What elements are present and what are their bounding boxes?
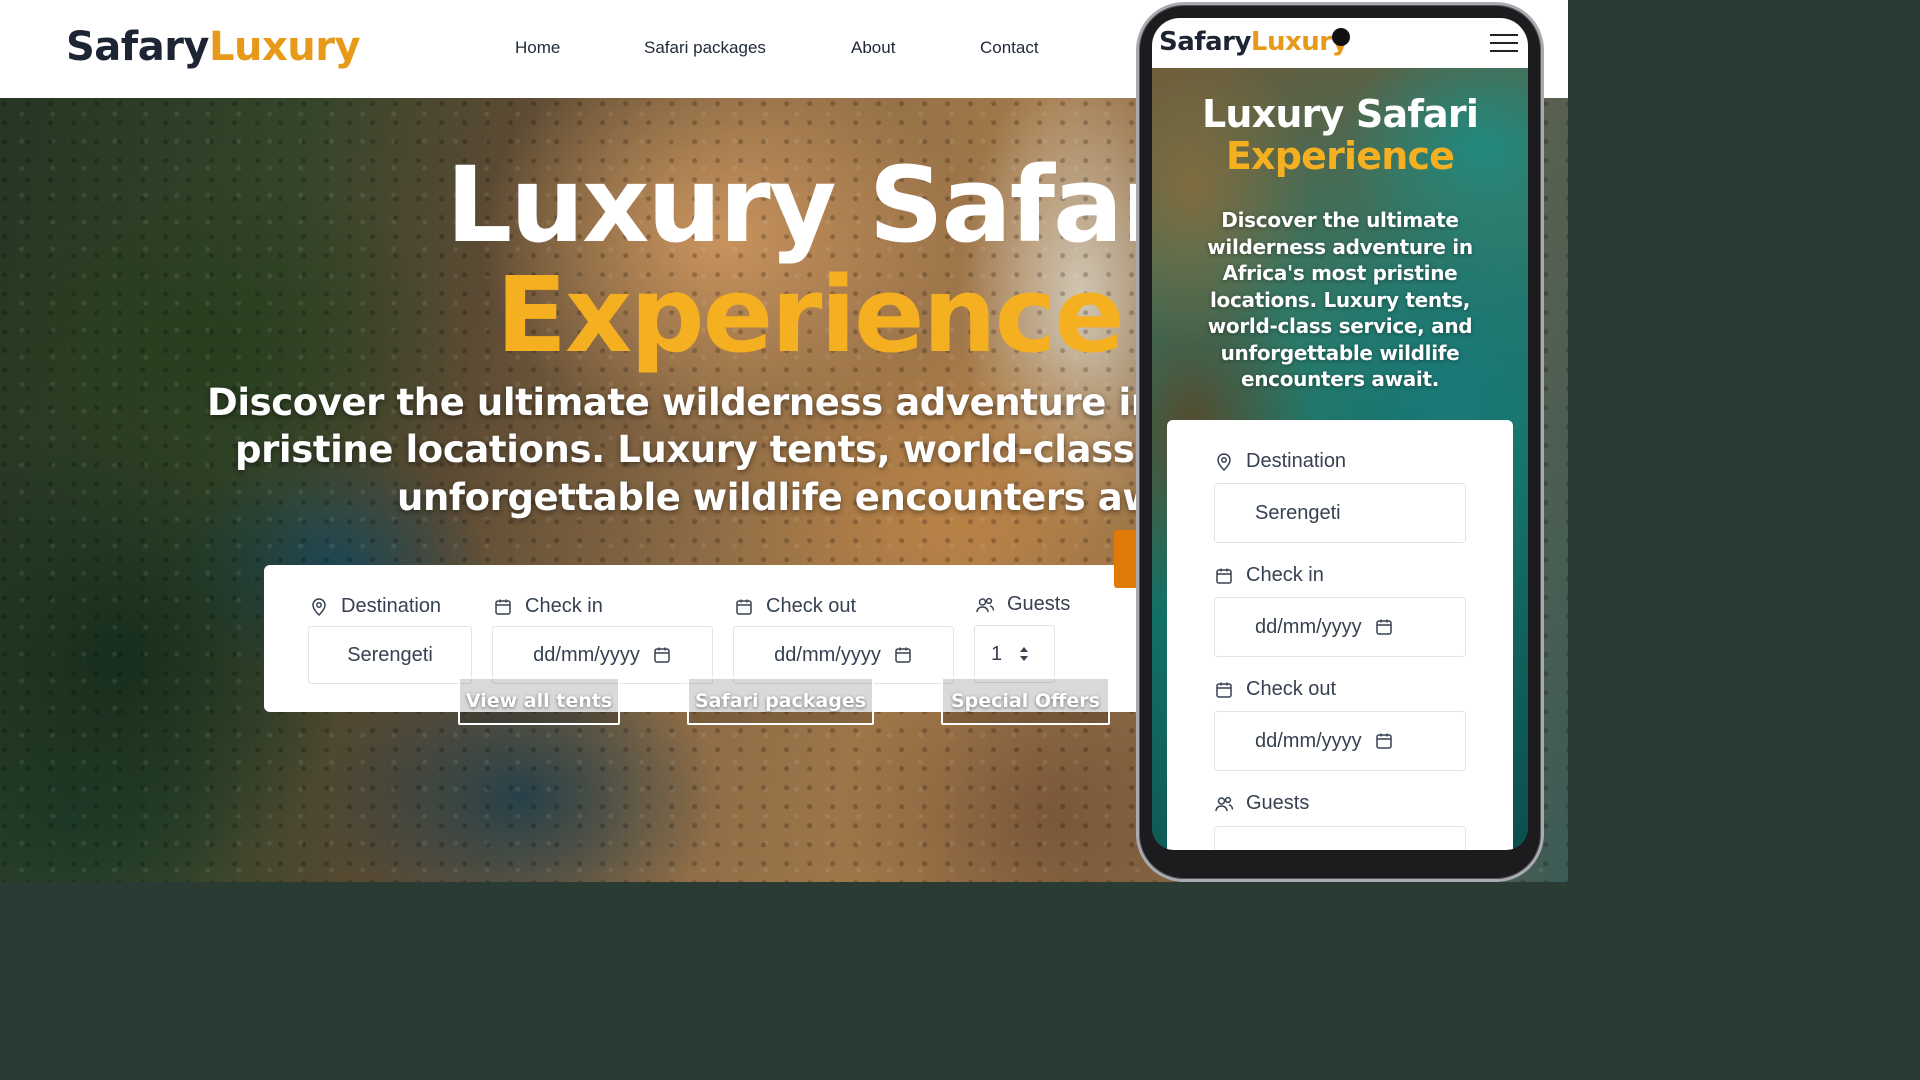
checkout-label: Check out (734, 595, 856, 618)
mobile-brand-logo[interactable]: SafaryLuxury (1159, 27, 1349, 57)
map-pin-icon (1214, 452, 1234, 472)
mobile-checkout-date-input[interactable]: dd/mm/yyyy (1214, 711, 1466, 771)
mobile-checkout-label: Check out (1214, 678, 1336, 701)
users-icon (1214, 794, 1234, 814)
calendar-picker-icon[interactable] (652, 645, 672, 665)
calendar-picker-icon[interactable] (1374, 731, 1394, 751)
mobile-subtitle-line3: Africa's most pristine (1222, 261, 1458, 285)
nav-home[interactable]: Home (515, 38, 560, 58)
mobile-subtitle-line4: locations. Luxury tents, (1209, 288, 1471, 312)
hero-title-line2: Experience (496, 254, 1125, 376)
hero-subtitle-line2: pristine locations. Luxury tents, world-… (235, 428, 1194, 471)
mobile-subtitle-line7: encounters await. (1240, 367, 1440, 391)
mobile-checkin-label: Check in (1214, 564, 1324, 587)
calendar-icon (734, 597, 754, 617)
calendar-icon (493, 597, 513, 617)
calendar-icon (1214, 566, 1234, 586)
safari-packages-button[interactable]: Safari packages (687, 677, 874, 725)
mobile-header: SafaryLuxury (1152, 18, 1528, 68)
destination-input[interactable]: Serengeti (308, 626, 472, 684)
nav-safari-packages[interactable]: Safari packages (644, 38, 766, 58)
checkin-date-input[interactable]: dd/mm/yyyy (492, 626, 713, 684)
calendar-icon (1214, 680, 1234, 700)
map-pin-icon (309, 597, 329, 617)
checkin-label: Check in (493, 595, 603, 618)
nav-contact[interactable]: Contact (980, 38, 1039, 58)
special-offers-button[interactable]: Special Offers (941, 677, 1110, 725)
mobile-destination-label: Destination (1214, 450, 1346, 473)
camera-notch (1332, 28, 1350, 46)
checkout-date-input[interactable]: dd/mm/yyyy (733, 626, 954, 684)
mobile-guests-input[interactable] (1214, 826, 1466, 850)
hero-subtitle-line3: unforgettable wildlife encounters awa (397, 476, 1181, 519)
nav-about[interactable]: About (851, 38, 895, 58)
destination-label: Destination (309, 595, 441, 618)
hero-subtitle-line1: Discover the ultimate wilderness adventu… (207, 381, 1198, 424)
mobile-subtitle-line1: Discover the ultimate (1221, 208, 1459, 232)
mobile-subtitle-line5: world-class service, and (1207, 314, 1473, 338)
mobile-subtitle-line6: unforgettable wildlife (1220, 341, 1460, 365)
spinner-arrows-icon[interactable] (1014, 644, 1034, 664)
calendar-picker-icon[interactable] (893, 645, 913, 665)
mobile-title-line2: Experience (1225, 134, 1455, 178)
users-icon (975, 595, 995, 615)
mobile-search-card: Destination Serengeti Check in dd/mm/yyy… (1167, 420, 1513, 850)
mobile-guests-label: Guests (1214, 792, 1309, 815)
calendar-picker-icon[interactable] (1374, 617, 1394, 637)
brand-logo[interactable]: SafaryLuxury (66, 24, 361, 70)
mobile-subtitle-line2: wilderness adventure in (1207, 235, 1473, 259)
guests-label: Guests (975, 593, 1070, 616)
mobile-destination-input[interactable]: Serengeti (1214, 483, 1466, 543)
hamburger-menu-icon[interactable] (1490, 34, 1518, 52)
mobile-checkin-date-input[interactable]: dd/mm/yyyy (1214, 597, 1466, 657)
mobile-screen: SafaryLuxury Luxury Safari Experience Di… (1152, 18, 1528, 850)
guests-number-input[interactable]: 1 (974, 625, 1055, 683)
mobile-title-line1: Luxury Safari (1201, 92, 1479, 136)
view-all-tents-button[interactable]: View all tents (458, 677, 620, 725)
hero-title-line1: Luxury Safari (446, 144, 1206, 266)
